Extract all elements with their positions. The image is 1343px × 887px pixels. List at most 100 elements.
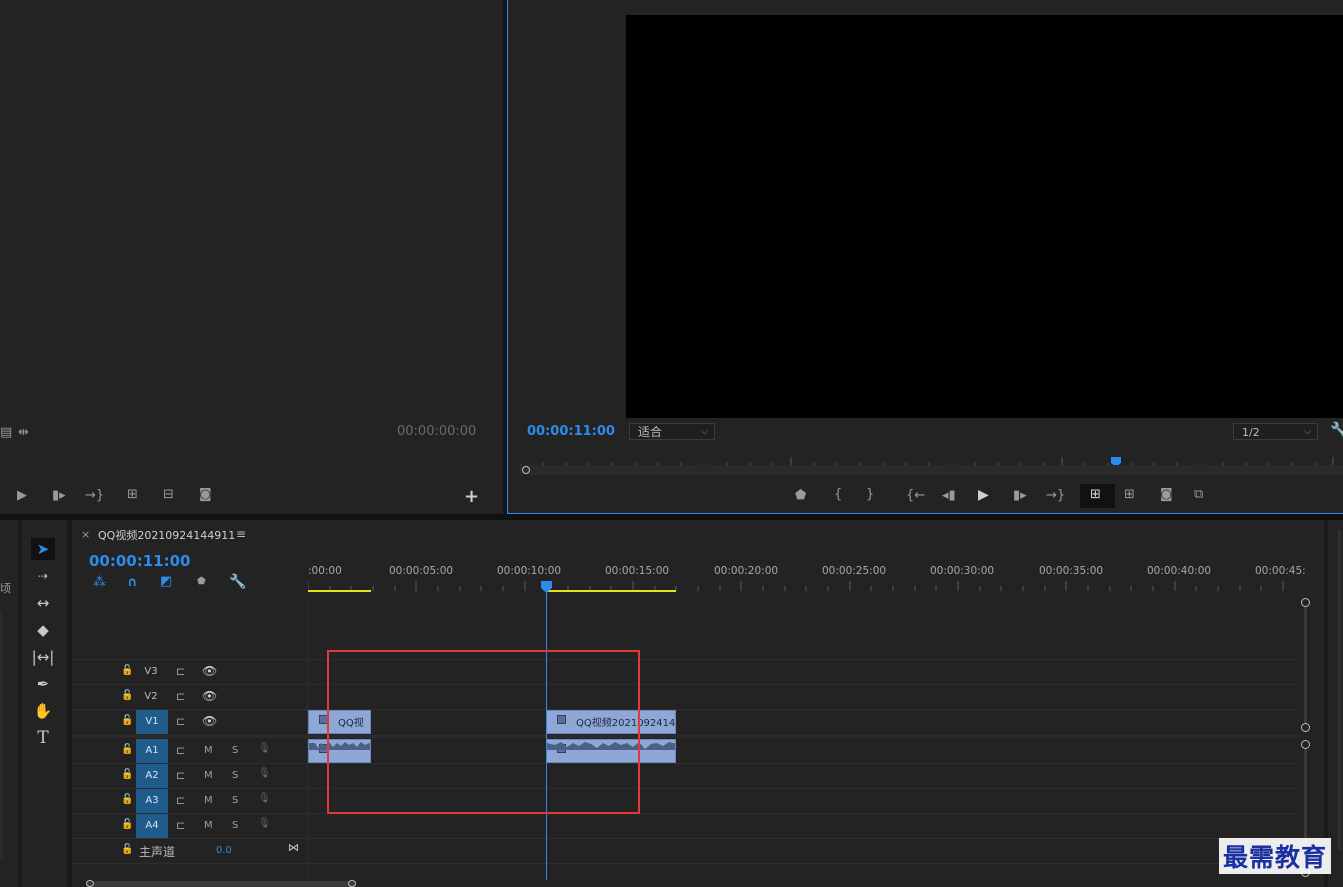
export-frame-icon[interactable]: ◙ xyxy=(1160,488,1173,501)
linked-selection-icon[interactable]: ◩ xyxy=(160,575,172,588)
mute-button[interactable]: M xyxy=(204,821,213,831)
scroll-track[interactable] xyxy=(1304,607,1307,723)
extract-icon[interactable]: ⊞ xyxy=(1124,488,1135,501)
source-play-icon[interactable]: ▶ xyxy=(17,489,27,502)
step-back-icon[interactable]: ◂▮ xyxy=(942,489,956,502)
type-tool-icon[interactable]: T xyxy=(31,727,55,749)
lock-icon[interactable]: 🔓 xyxy=(121,845,133,855)
scroll-handle-bottom[interactable] xyxy=(1301,723,1310,732)
step-forward-icon[interactable]: ▮▸ xyxy=(1013,489,1027,502)
timeline-playhead[interactable] xyxy=(541,578,552,593)
program-zoom-scrollbar[interactable] xyxy=(520,465,1343,475)
program-scroll-handle[interactable] xyxy=(522,466,530,474)
program-playhead[interactable] xyxy=(1111,452,1121,467)
source-insert-icon[interactable]: ⊞ xyxy=(127,488,138,501)
go-to-in-icon[interactable]: {← xyxy=(906,489,925,502)
sequence-close-button[interactable]: × xyxy=(81,528,90,541)
sync-lock-icon[interactable]: ⊏ xyxy=(176,770,185,781)
solo-button[interactable]: S xyxy=(232,796,238,806)
microphone-icon[interactable]: 🎙 xyxy=(258,769,271,779)
zoom-scroll-handle-left[interactable] xyxy=(86,880,94,887)
timeline-settings-wrench-icon[interactable]: 🔧 xyxy=(229,575,246,589)
go-to-end-icon[interactable]: ⋈ xyxy=(288,842,299,853)
wrench-icon[interactable]: 🔧 xyxy=(1330,423,1343,438)
zoom-level-dropdown[interactable]: 适合 ⌵ xyxy=(629,423,715,440)
sync-lock-icon[interactable]: ⊏ xyxy=(176,820,185,831)
microphone-icon[interactable]: 🎙 xyxy=(258,794,271,804)
mute-button[interactable]: M xyxy=(204,771,213,781)
eye-icon[interactable]: 👁 xyxy=(202,665,217,677)
sync-lock-icon[interactable]: ⊏ xyxy=(176,745,185,756)
timeline-zoom-scrollbar[interactable] xyxy=(86,881,356,887)
mute-button[interactable]: M xyxy=(204,746,213,756)
source-step-forward-icon[interactable]: ▮▸ xyxy=(52,489,66,502)
source-track-icon[interactable]: ▤ xyxy=(0,426,12,439)
in-out-range-bar[interactable] xyxy=(547,590,676,592)
mark-out-icon[interactable]: } xyxy=(866,488,874,501)
snap-icon[interactable]: ∩ xyxy=(127,576,138,589)
sequence-menu-icon[interactable]: ≡ xyxy=(236,527,246,541)
playback-resolution-dropdown[interactable]: 1/2 ⌵ xyxy=(1233,423,1318,440)
lock-icon[interactable]: 🔓 xyxy=(121,716,133,726)
master-volume-value[interactable]: 0.0 xyxy=(216,845,232,856)
hand-tool-icon[interactable]: ✋ xyxy=(31,700,55,722)
slip-tool-icon[interactable]: |↔| xyxy=(31,646,55,668)
sync-lock-icon[interactable]: ⊏ xyxy=(176,691,185,702)
source-export-frame-icon[interactable]: ◙ xyxy=(199,488,212,501)
microphone-icon[interactable]: 🎙 xyxy=(258,744,271,754)
sync-lock-icon[interactable]: ⊏ xyxy=(176,666,185,677)
lock-icon[interactable]: 🔓 xyxy=(121,691,133,701)
solo-button[interactable]: S xyxy=(232,821,238,831)
track-select-tool-icon[interactable]: ⇢ xyxy=(31,565,55,587)
track-name-a3[interactable]: A3 xyxy=(136,789,168,813)
lock-icon[interactable]: 🔓 xyxy=(121,745,133,755)
video-tracks-scrollbar[interactable] xyxy=(1301,598,1311,732)
lock-icon[interactable]: 🔓 xyxy=(121,770,133,780)
in-out-range-bar[interactable] xyxy=(308,590,371,592)
lock-icon[interactable]: 🔓 xyxy=(121,820,133,830)
mark-in-icon[interactable]: { xyxy=(834,488,842,501)
selection-tool-icon[interactable]: ➤ xyxy=(31,538,55,560)
mute-button[interactable]: M xyxy=(204,796,213,806)
program-time-ruler[interactable] xyxy=(519,452,1343,467)
solo-button[interactable]: S xyxy=(232,746,238,756)
source-add-button[interactable]: + xyxy=(464,486,479,507)
solo-button[interactable]: S xyxy=(232,771,238,781)
program-timecode[interactable]: 00:00:11:00 xyxy=(527,424,615,439)
eye-icon[interactable]: 👁 xyxy=(202,715,217,727)
add-marker-icon[interactable]: ⬟ xyxy=(197,577,206,587)
pen-tool-icon[interactable]: ✒ xyxy=(31,673,55,695)
ripple-edit-tool-icon[interactable]: ↔ xyxy=(31,592,55,614)
sync-lock-icon[interactable]: ⊏ xyxy=(176,716,185,727)
scroll-handle-top[interactable] xyxy=(1301,598,1310,607)
comparison-view-icon[interactable]: ⧉ xyxy=(1194,488,1203,501)
scroll-handle-top[interactable] xyxy=(1301,740,1310,749)
track-name-a1[interactable]: A1 xyxy=(136,739,168,763)
track-name-v3[interactable]: V3 xyxy=(135,660,167,684)
play-icon[interactable]: ▶ xyxy=(978,488,989,502)
track-name-v2[interactable]: V2 xyxy=(135,685,167,709)
program-video-frame[interactable] xyxy=(626,15,1343,418)
lock-icon[interactable]: 🔓 xyxy=(121,666,133,676)
nest-sequences-icon[interactable]: ⁂ xyxy=(93,576,106,589)
track-name-a2[interactable]: A2 xyxy=(136,764,168,788)
razor-tool-icon[interactable]: ◆ xyxy=(31,619,55,641)
source-overwrite-icon[interactable]: ⊟ xyxy=(163,488,174,501)
go-to-out-icon[interactable]: →} xyxy=(1046,489,1065,502)
sequence-tab-title[interactable]: QQ视频20210924144911 xyxy=(98,527,235,543)
playback-resolution-value: 1/2 xyxy=(1242,426,1260,439)
source-go-to-out-icon[interactable]: →} xyxy=(85,489,104,502)
eye-icon[interactable]: 👁 xyxy=(202,690,217,702)
sync-lock-icon[interactable]: ⊏ xyxy=(176,795,185,806)
video-audio-divider[interactable] xyxy=(72,735,1300,738)
timeline-time-ruler[interactable] xyxy=(307,578,1300,592)
add-marker-icon[interactable]: ⬟ xyxy=(795,489,806,502)
microphone-icon[interactable]: 🎙 xyxy=(258,819,271,829)
source-timecode[interactable]: 00:00:00:00 xyxy=(397,424,476,439)
track-name-a4[interactable]: A4 xyxy=(136,814,168,838)
zoom-scroll-handle-right[interactable] xyxy=(348,880,356,887)
source-trim-icon[interactable]: ⇹ xyxy=(18,426,29,439)
track-name-v1[interactable]: V1 xyxy=(136,710,168,734)
timeline-timecode[interactable]: 00:00:11:00 xyxy=(89,552,191,570)
lock-icon[interactable]: 🔓 xyxy=(121,795,133,805)
